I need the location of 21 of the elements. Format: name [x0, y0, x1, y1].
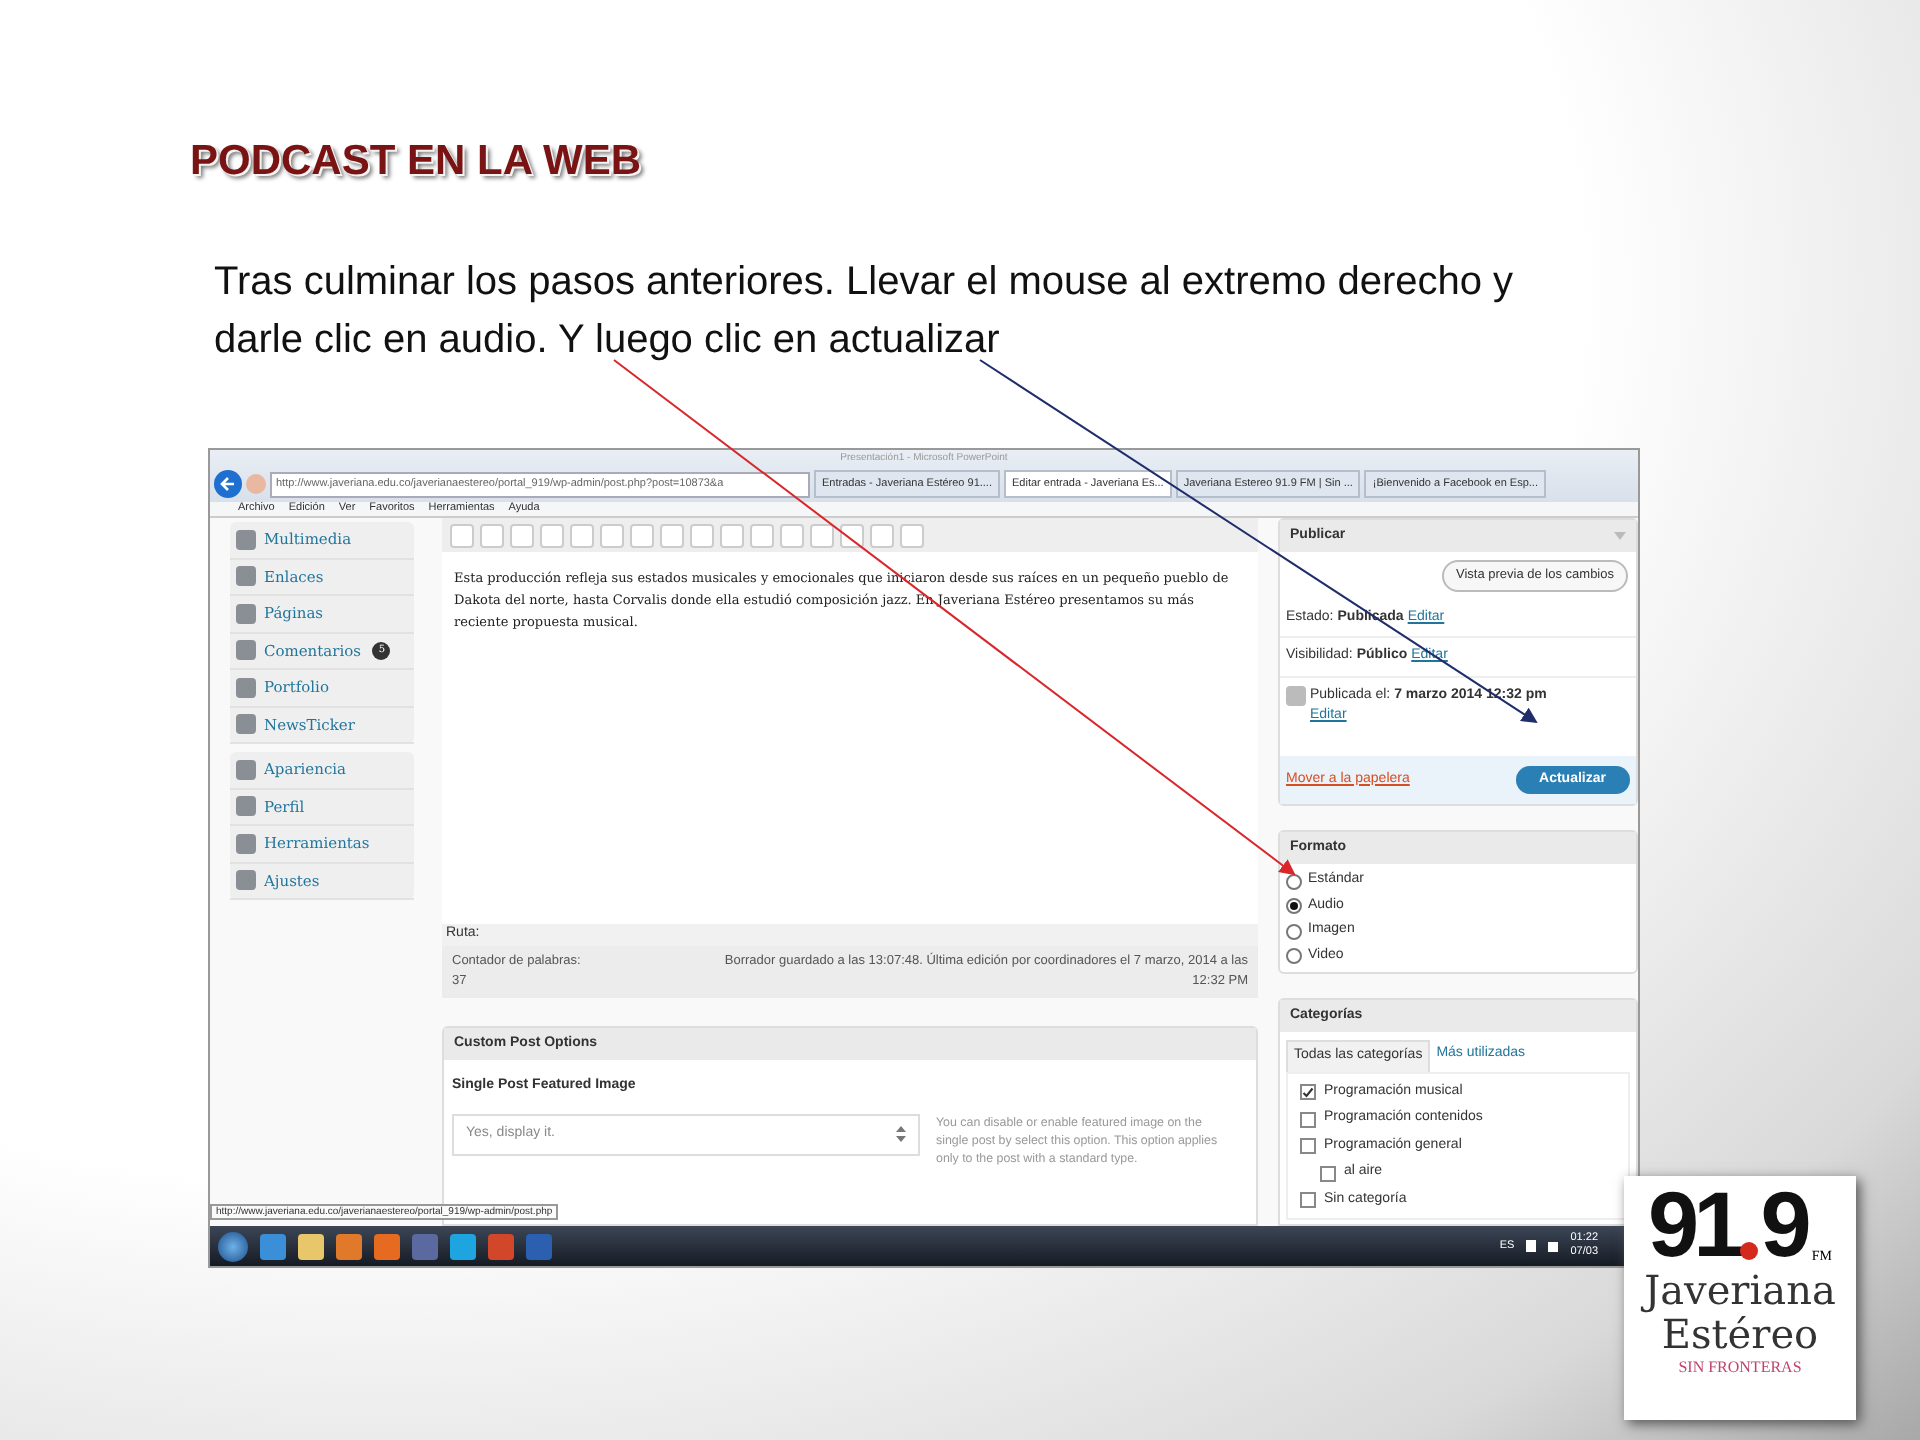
checkbox[interactable]: [1300, 1138, 1316, 1154]
logo-name: Javeriana: [1644, 1268, 1836, 1312]
logo-name: Estéreo: [1661, 1312, 1819, 1356]
instruction-text: Tras culminar los pasos anteriores. Llevar el mouse al extremo derecho y darle clic en audio. Y luego clic en actualizar: [214, 258, 1516, 366]
slide-title: PODCAST EN LA WEB: [190, 140, 644, 182]
back-icon[interactable]: [214, 470, 242, 498]
logo-number: 91: [1648, 1180, 1739, 1268]
radio-button[interactable]: [1286, 948, 1302, 964]
start-icon[interactable]: [218, 1231, 248, 1261]
checkbox[interactable]: [1300, 1192, 1316, 1208]
logo-slogan: SIN FRONTERAS: [1678, 1356, 1802, 1380]
checkbox[interactable]: [1300, 1111, 1316, 1127]
checkbox[interactable]: [1300, 1084, 1316, 1100]
radio-button[interactable]: [1286, 923, 1302, 939]
select-arrows-icon: [896, 1126, 906, 1142]
editor-area[interactable]: [442, 552, 1258, 924]
checkbox[interactable]: [1320, 1165, 1336, 1181]
radio-button[interactable]: [1286, 898, 1302, 914]
logo-number: 9: [1760, 1180, 1812, 1268]
collapse-icon[interactable]: [1614, 532, 1626, 540]
radio-button[interactable]: [1286, 873, 1302, 889]
